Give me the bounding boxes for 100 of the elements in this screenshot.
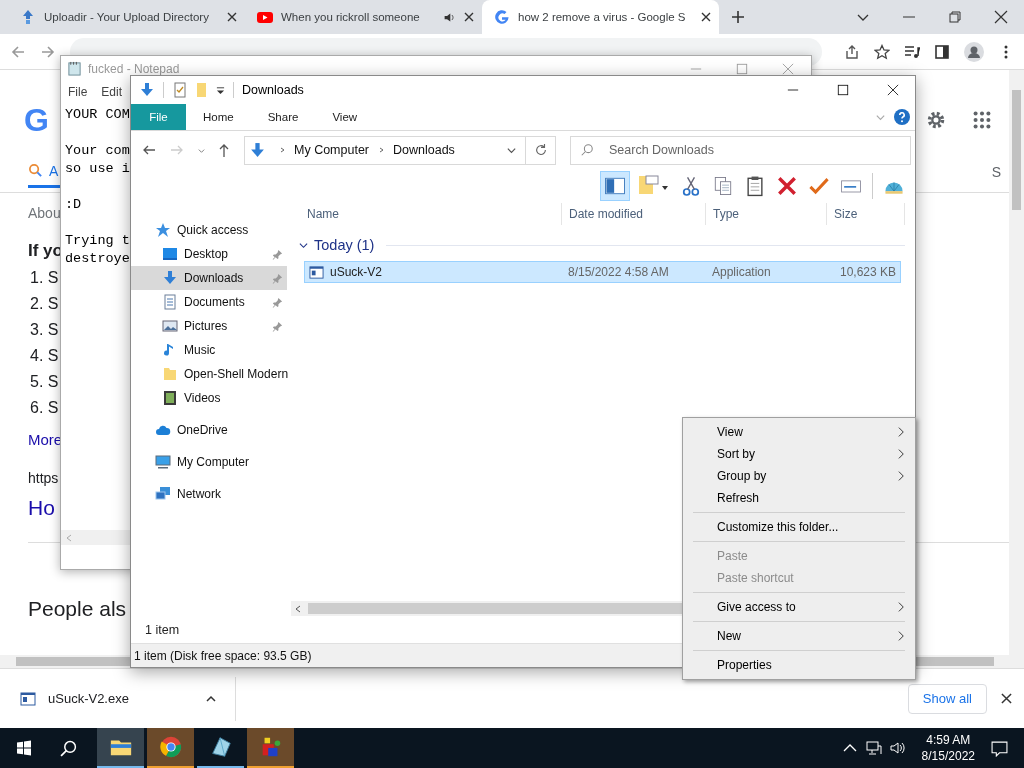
media-icon[interactable]: [904, 43, 920, 60]
new-tab-icon[interactable]: [731, 10, 745, 24]
apps-grid-icon[interactable]: [971, 109, 993, 131]
nav-item[interactable]: Downloads: [131, 266, 287, 290]
close-icon[interactable]: [887, 84, 899, 96]
star-icon[interactable]: [874, 43, 890, 60]
tab-title: Uploadir - Your Upload Directory: [44, 11, 210, 23]
breadcrumb-item[interactable]: My Computer: [294, 143, 370, 157]
ribbon-tab[interactable]: Share: [250, 104, 316, 130]
column-header[interactable]: Name: [291, 203, 562, 225]
table-cell-text: 10,623 KB: [838, 265, 897, 279]
menu-item[interactable]: File: [68, 85, 88, 99]
menu-item[interactable]: Group by: [683, 465, 915, 487]
menu-item[interactable]: Customize this folder...: [683, 516, 915, 538]
nav-item[interactable]: Desktop: [131, 242, 287, 266]
notepad-icon: [67, 61, 82, 76]
nav-item[interactable]: Videos: [131, 386, 287, 410]
restore-icon[interactable]: [948, 10, 962, 24]
notification-icon[interactable]: [991, 739, 1008, 757]
nav-item[interactable]: OneDrive: [131, 418, 287, 442]
text-line: Your com: [65, 142, 130, 160]
ribbon-tab[interactable]: Home: [186, 104, 251, 130]
forward-icon[interactable]: [40, 43, 56, 60]
nav-item[interactable]: Music: [131, 338, 287, 362]
dropdown-icon[interactable]: [216, 85, 225, 95]
download-item[interactable]: uSuck-V2.exe: [0, 676, 236, 721]
pin-icon[interactable]: [272, 296, 283, 308]
volume-icon[interactable]: [889, 740, 906, 756]
browser-tab[interactable]: how 2 remove a virus - Google S: [482, 0, 719, 34]
close-icon[interactable]: [464, 12, 474, 22]
column-header[interactable]: Size: [827, 203, 905, 225]
document-icon: [162, 294, 178, 310]
menu-item[interactable]: New: [683, 625, 915, 647]
menu-item[interactable]: Sort by: [683, 443, 915, 465]
share-icon[interactable]: [844, 43, 860, 60]
download-icon[interactable]: [139, 82, 155, 98]
search-icon[interactable]: [60, 739, 77, 757]
text-line: so use i: [65, 160, 130, 178]
column-header[interactable]: Date modified: [562, 203, 706, 225]
menu-item[interactable]: Refresh: [683, 487, 915, 509]
scroll-left-icon[interactable]: [294, 604, 302, 613]
logo[interactable]: G: [24, 101, 48, 139]
browser-icon: [158, 735, 183, 759]
status-text: 1 item (Disk free space: 93.5 GB): [134, 648, 312, 663]
file-row[interactable]: uSuck-V2 8/15/2022 4:58 AM Application 10,623 KB: [304, 261, 901, 283]
column-header[interactable]: Type: [706, 203, 827, 225]
nav-item[interactable]: Pictures: [131, 314, 287, 338]
pictures-icon: [162, 318, 178, 334]
video-icon: [162, 390, 178, 406]
side-panel-icon[interactable]: [934, 43, 950, 60]
menu-item[interactable]: Edit: [101, 85, 123, 99]
chevron-right-icon[interactable]: [278, 146, 286, 154]
menu-item[interactable]: Give access to: [683, 596, 915, 618]
breadcrumb-item[interactable]: Downloads: [393, 143, 455, 157]
start-icon[interactable]: [16, 740, 32, 756]
address-bar[interactable]: My Computer Downloads: [244, 135, 526, 165]
chevron-icon: [299, 240, 308, 250]
close-icon[interactable]: [1001, 693, 1012, 704]
text-line: Trying t: [65, 232, 130, 250]
group-header[interactable]: Today (1): [299, 233, 905, 257]
tab-label[interactable]: S: [991, 164, 1001, 180]
file-name: uSuck-V2.exe: [48, 691, 130, 706]
nav-item[interactable]: My Computer: [131, 450, 287, 474]
tab-title: When you rickroll someone: [281, 11, 421, 23]
more-link[interactable]: More: [28, 431, 63, 448]
table-cell-text: 8/15/2022 4:58 AM: [568, 265, 670, 279]
chevron-right-icon[interactable]: [377, 146, 386, 154]
properties-icon[interactable]: [172, 82, 188, 98]
nav-item[interactable]: Open-Shell Modern: [131, 362, 289, 386]
close-icon[interactable]: [227, 12, 237, 22]
table-cell-text: Application: [712, 265, 772, 279]
maximize-icon[interactable]: [837, 84, 849, 96]
close-icon[interactable]: [994, 10, 1008, 24]
ribbon-tab[interactable]: View: [315, 104, 375, 130]
result-link[interactable]: Ho: [28, 496, 55, 520]
nav-item[interactable]: Documents: [131, 290, 287, 314]
pin-icon[interactable]: [272, 320, 283, 332]
menu-item[interactable]: Properties: [683, 654, 915, 676]
refresh-icon: [533, 143, 548, 157]
close-icon[interactable]: [701, 12, 711, 22]
browser-tab[interactable]: Uploadir - Your Upload Directory: [8, 0, 245, 34]
menu-item[interactable]: View: [683, 421, 915, 443]
clock[interactable]: 4:59 AM 8/15/2022: [921, 732, 975, 764]
text-line: YOUR COM: [65, 106, 130, 124]
refresh-button[interactable]: [526, 135, 556, 165]
pin-icon[interactable]: [272, 248, 283, 260]
download-icon: [162, 270, 178, 286]
file-name: uSuck-V2: [330, 265, 384, 279]
search-field[interactable]: Search Downloads: [570, 135, 911, 165]
network-icon[interactable]: [865, 740, 882, 756]
settings-icon[interactable]: [925, 109, 947, 131]
browser-tab[interactable]: When you rickroll someone: [245, 0, 482, 34]
nav-item[interactable]: Network: [131, 482, 287, 506]
avatar-icon[interactable]: [964, 41, 984, 62]
show-all-button[interactable]: Show all: [907, 683, 987, 714]
taskbar-button[interactable]: [97, 728, 144, 768]
help-icon[interactable]: [894, 109, 910, 125]
delete-tool-icon[interactable]: [775, 174, 799, 198]
scrollbar[interactable]: [1009, 70, 1024, 655]
nav-item[interactable]: Quick access: [131, 218, 287, 242]
